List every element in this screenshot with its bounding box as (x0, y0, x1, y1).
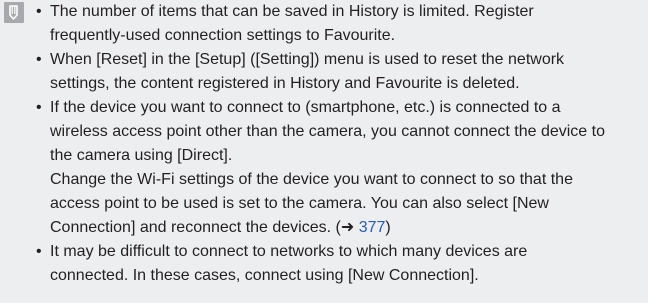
note-line: frequently-used connection settings to F… (50, 27, 396, 44)
memo-note-icon (4, 2, 24, 23)
note-line: Change the Wi-Fi settings of the device … (50, 171, 573, 188)
note-line: settings, the content registered in Hist… (50, 75, 520, 92)
note-line: When [Reset] in the [Setup] ([Setting]) … (50, 51, 565, 68)
note-history-limit: The number of items that can be saved in… (36, 0, 648, 48)
note-line: If the device you want to connect to (sm… (50, 99, 561, 116)
note-reset-deletes: When [Reset] in the [Setup] ([Setting]) … (36, 48, 648, 96)
note-direct-connection: If the device you want to connect to (sm… (36, 96, 648, 240)
note-line: access point to be used is set to the ca… (50, 195, 549, 212)
page-reference-link[interactable]: 377 (359, 219, 386, 236)
note-text: ) (385, 219, 391, 236)
note-line: It may be difficult to connect to networ… (50, 243, 528, 260)
note-line: the camera using [Direct]. (50, 147, 233, 164)
notes-list: The number of items that can be saved in… (36, 0, 648, 288)
note-line: wireless access point other than the cam… (50, 123, 605, 140)
note-line-with-link: Connection] and reconnect the devices. (… (50, 216, 648, 240)
note-many-devices: It may be difficult to connect to networ… (36, 240, 648, 288)
note-text: Connection] and reconnect the devices. ( (50, 219, 341, 236)
note-line: The number of items that can be saved in… (50, 3, 534, 20)
note-line: connected. In these cases, connect using… (50, 267, 479, 284)
arrow-right-icon: ➜ (340, 219, 355, 236)
